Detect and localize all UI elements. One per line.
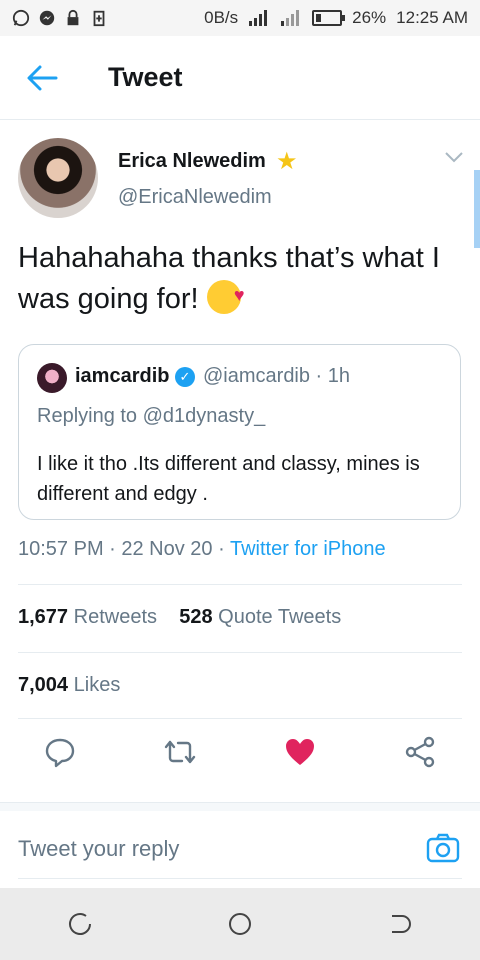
status-bar: 0B/s 26% 12:25 AM [0,0,480,36]
verified-badge-icon: ✓ [175,367,195,387]
tweet-timestamp: 10:57 PM · 22 Nov 20 · [18,538,230,560]
network-speed: 0B/s [204,8,239,27]
likes-stat[interactable]: 7,004 Likes [18,674,120,697]
app-header: Tweet [0,36,480,120]
quotes-count: 528 [179,606,213,628]
battery-percent: 26% [352,8,387,27]
battery-saver-icon [93,10,105,27]
lock-icon [67,9,79,26]
quoted-author-name: iamcardib [75,365,170,387]
tweet-text: Hahahahaha thanks that’s what I was goin… [18,238,458,320]
back-arrow-icon[interactable] [26,64,58,92]
kiss-emoji-icon [206,275,245,316]
quoted-avatar [37,363,67,393]
home-icon[interactable] [226,910,254,938]
scrollbar[interactable] [474,170,480,248]
retweets-stat[interactable]: 1,677 Retweets [18,606,157,628]
tweet-source[interactable]: Twitter for iPhone [230,538,386,560]
engagement-stats: 1,677 Retweets 528 Quote Tweets [18,606,341,629]
battery-icon [312,10,346,26]
author-name[interactable]: Erica Nlewedim [118,150,266,173]
quotes-stat[interactable]: 528 Quote Tweets [179,606,341,628]
whatsapp-icon [12,9,30,27]
messenger-icon [39,10,55,26]
likes-count: 7,004 [18,674,69,696]
reply-input-underline [18,878,462,879]
section-separator [0,802,480,811]
recent-apps-icon[interactable] [66,910,94,938]
page-title: Tweet [108,62,183,92]
likes-label: Likes [73,674,121,696]
quoted-tweet[interactable]: iamcardib ✓ @iamcardib · 1h Replying to … [18,344,461,520]
divider [18,584,462,585]
back-nav-icon[interactable] [386,910,414,938]
notification-icons [12,9,108,27]
tweet-meta: 10:57 PM · 22 Nov 20 · Twitter for iPhon… [18,538,386,561]
author-avatar[interactable] [18,138,98,218]
signal-icon [249,10,268,26]
camera-icon[interactable] [426,832,460,864]
clock: 12:25 AM [396,8,468,27]
replying-to: Replying to @d1dynasty_ [37,405,266,427]
system-status: 0B/s 26% 12:25 AM [204,8,468,28]
retweets-label: Retweets [73,606,157,628]
tweet-actions [0,730,480,780]
reply-input[interactable]: Tweet your reply [18,836,179,862]
quoted-text: I like it tho .Its different and classy,… [37,453,420,505]
system-nav-bar [0,888,480,960]
like-heart-icon[interactable] [284,736,316,768]
chevron-down-icon[interactable] [444,150,464,164]
retweets-count: 1,677 [18,606,69,628]
quotes-label: Quote Tweets [218,606,342,628]
star-emoji-icon: ★ [276,148,298,175]
author-handle[interactable]: @EricaNlewedim [118,186,272,209]
divider [18,718,462,719]
divider [18,652,462,653]
signal-2-icon [281,10,300,26]
quoted-author-handle: @iamcardib · 1h [203,365,351,387]
share-icon[interactable] [404,736,436,768]
retweet-icon[interactable] [164,736,196,768]
reply-icon[interactable] [44,736,76,768]
